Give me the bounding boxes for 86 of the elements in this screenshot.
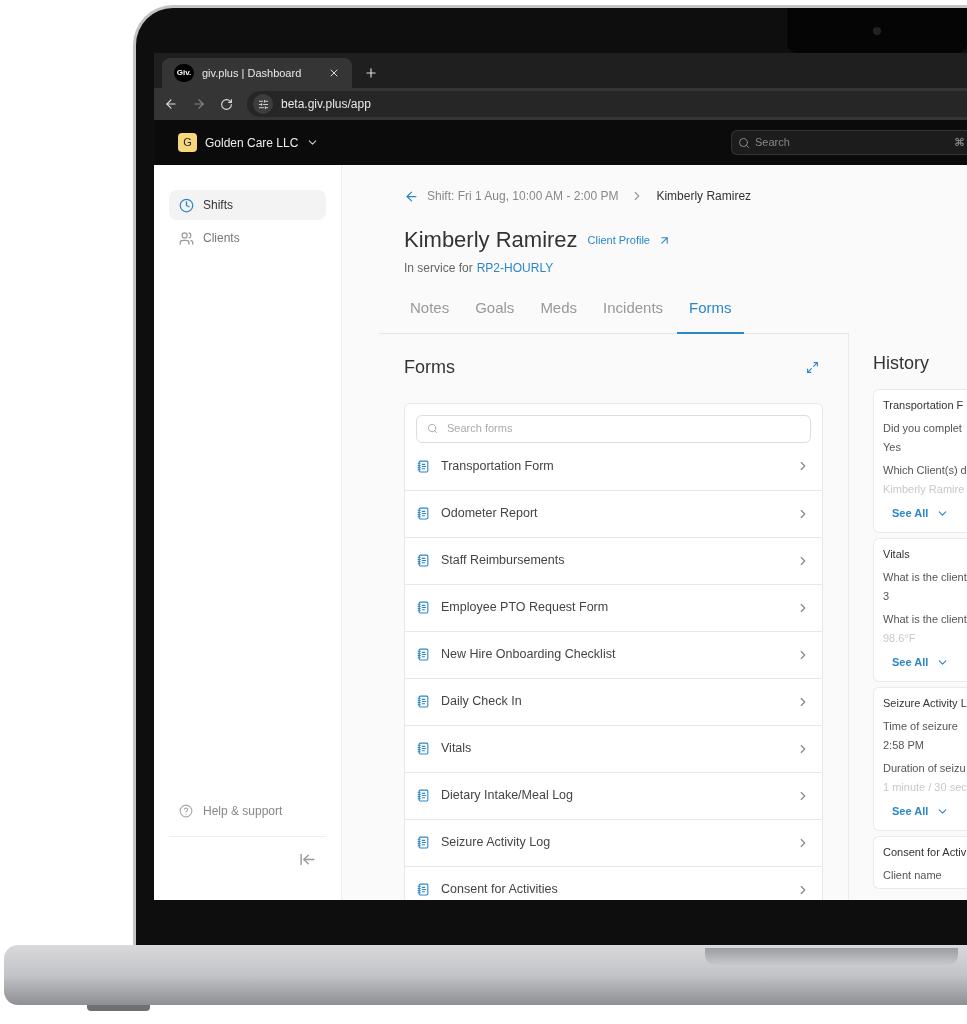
people-icon xyxy=(179,230,194,246)
form-name: New Hire Onboarding Checklist xyxy=(441,646,617,664)
form-icon xyxy=(417,459,430,473)
help-link[interactable]: Help & support xyxy=(169,802,326,820)
history-heading: History xyxy=(873,351,930,375)
new-tab-icon[interactable] xyxy=(364,66,378,80)
question-text: What is the client xyxy=(883,570,967,585)
question-text: What is the client xyxy=(883,612,967,627)
form-list-item[interactable]: Seizure Activity Log xyxy=(405,818,822,866)
answer-text: 2:58 PM xyxy=(883,737,925,753)
form-list-item[interactable]: Vitals xyxy=(405,724,822,772)
forward-icon[interactable] xyxy=(192,97,206,111)
form-name: Vitals xyxy=(441,740,473,758)
shortcut-key: ⌘ xyxy=(954,134,967,151)
search-input[interactable]: Search xyxy=(755,134,949,151)
form-name: Transportation Form xyxy=(441,457,555,475)
form-name: Odometer Report xyxy=(441,505,539,523)
sidebar-item[interactable]: Clients xyxy=(169,223,326,253)
form-icon xyxy=(417,601,430,614)
form-name: Staff Reimbursements xyxy=(441,552,566,570)
tab-title: giv.plus | Dashboard xyxy=(202,65,303,81)
form-list-item[interactable]: Staff Reimbursements xyxy=(405,536,822,584)
search-icon xyxy=(738,136,750,149)
clock-icon xyxy=(179,197,194,213)
search-field[interactable]: Search ⌘ xyxy=(731,130,967,155)
organization-avatar: G xyxy=(178,133,197,152)
favicon: Giv. xyxy=(174,64,194,82)
form-list-item[interactable]: Odometer Report xyxy=(405,489,822,537)
form-icon xyxy=(417,554,430,567)
tab[interactable]: Forms xyxy=(677,297,744,334)
form-icon xyxy=(417,742,430,755)
browser-tab[interactable]: Giv. giv.plus | Dashboard xyxy=(162,58,352,88)
back-icon[interactable] xyxy=(164,97,178,111)
form-icon xyxy=(417,883,430,896)
collapse-sidebar-icon[interactable] xyxy=(299,851,316,868)
close-icon[interactable] xyxy=(328,67,340,79)
form-list-item[interactable]: Consent for Activities xyxy=(405,865,822,900)
form-list-item[interactable]: Daily Check In xyxy=(405,677,822,725)
service-label: In service for xyxy=(404,260,473,277)
question-text: Time of seizure xyxy=(883,719,959,734)
form-name: Daily Check In xyxy=(441,693,523,711)
search-forms-field[interactable]: Search forms xyxy=(416,414,811,443)
history-card-title: Vitals xyxy=(883,546,911,562)
search-icon xyxy=(427,423,438,434)
question-text: Did you complet xyxy=(883,421,963,436)
help-icon xyxy=(179,804,193,818)
form-icon xyxy=(417,836,430,849)
client-profile-link[interactable]: Client Profile xyxy=(587,232,671,249)
form-icon xyxy=(417,695,430,708)
laptop-foot xyxy=(87,1005,150,1011)
history-card-title: Seizure Activity L xyxy=(883,695,967,711)
organization-switcher[interactable]: G Golden Care LLC xyxy=(178,133,320,152)
form-icon xyxy=(417,648,430,661)
form-list-item[interactable]: Dietary Intake/Meal Log xyxy=(405,771,822,819)
sidebar-item[interactable]: Shifts xyxy=(169,190,326,220)
reload-icon[interactable] xyxy=(220,97,233,111)
see-all-button[interactable]: See All xyxy=(892,505,950,522)
address-bar[interactable]: beta.giv.plus/app xyxy=(247,91,967,117)
forms-heading: Forms xyxy=(404,355,455,379)
history-card-title: Consent for Activ xyxy=(883,844,967,860)
service-link[interactable]: RP2-HOURLY xyxy=(476,259,554,277)
url-text: beta.giv.plus/app xyxy=(281,96,371,113)
see-all-button[interactable]: See All xyxy=(892,654,950,671)
site-settings-icon[interactable] xyxy=(253,94,273,114)
question-text: Duration of seizu xyxy=(883,761,967,776)
form-list-item[interactable]: Employee PTO Request Form xyxy=(405,583,822,631)
question-text: Client name xyxy=(883,868,943,883)
answer-text: Yes xyxy=(883,439,902,455)
form-icon xyxy=(417,789,430,802)
answer-text: 3 xyxy=(883,588,891,604)
history-card-title: Transportation F xyxy=(883,397,965,413)
form-list-item[interactable]: Transportation Form xyxy=(405,442,822,490)
form-name: Consent for Activities xyxy=(441,881,559,899)
breadcrumb-current: Kimberly Ramirez xyxy=(656,188,752,205)
client-name: Kimberly Ramirez xyxy=(404,226,578,254)
form-name: Employee PTO Request Form xyxy=(441,599,610,617)
form-name: Dietary Intake/Meal Log xyxy=(441,787,574,805)
camera-icon xyxy=(873,26,881,35)
breadcrumb-link[interactable]: Shift: Fri 1 Aug, 10:00 AM - 2:00 PM xyxy=(427,187,619,205)
question-text: Which Client(s) d xyxy=(883,463,967,478)
form-name: Seizure Activity Log xyxy=(441,834,552,852)
see-all-button[interactable]: See All xyxy=(892,803,950,820)
form-icon xyxy=(417,507,430,520)
expand-icon[interactable] xyxy=(806,360,819,374)
form-list-item[interactable]: New Hire Onboarding Checklist xyxy=(405,630,822,678)
search-forms-input[interactable]: Search forms xyxy=(447,420,810,437)
